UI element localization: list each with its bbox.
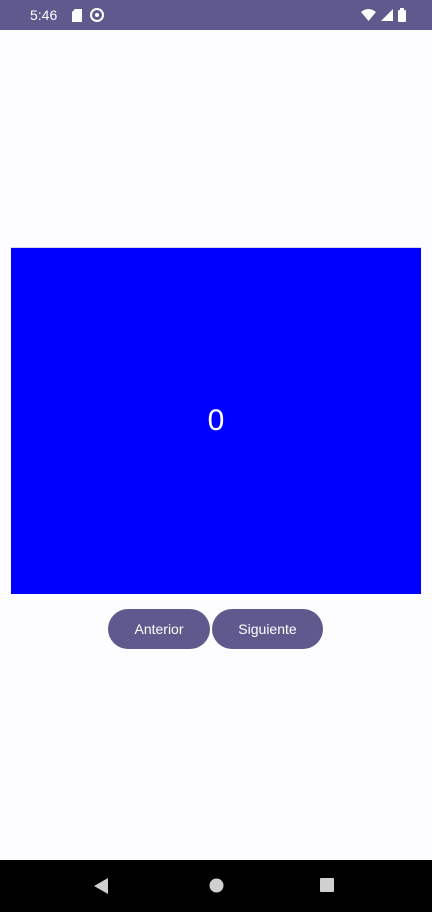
status-bar: 5:46 [0,0,432,30]
home-icon[interactable] [209,878,224,898]
status-right-icons [361,8,406,22]
signal-icon [381,9,393,21]
button-row: Anterior Siguiente [108,609,323,649]
recents-icon[interactable] [320,878,334,897]
app-content: 0 Anterior Siguiente [0,30,432,860]
battery-icon [398,8,406,22]
status-left-icons [72,8,104,22]
navigation-bar [0,860,432,912]
previous-button[interactable]: Anterior [108,609,210,649]
status-time: 5:46 [30,7,58,23]
sd-card-icon [72,8,82,22]
back-icon[interactable] [94,878,108,899]
next-button[interactable]: Siguiente [212,609,323,649]
wifi-icon [361,9,376,21]
accessibility-icon [90,8,104,22]
counter-value: 0 [207,404,225,437]
color-panel: 0 [11,247,421,594]
